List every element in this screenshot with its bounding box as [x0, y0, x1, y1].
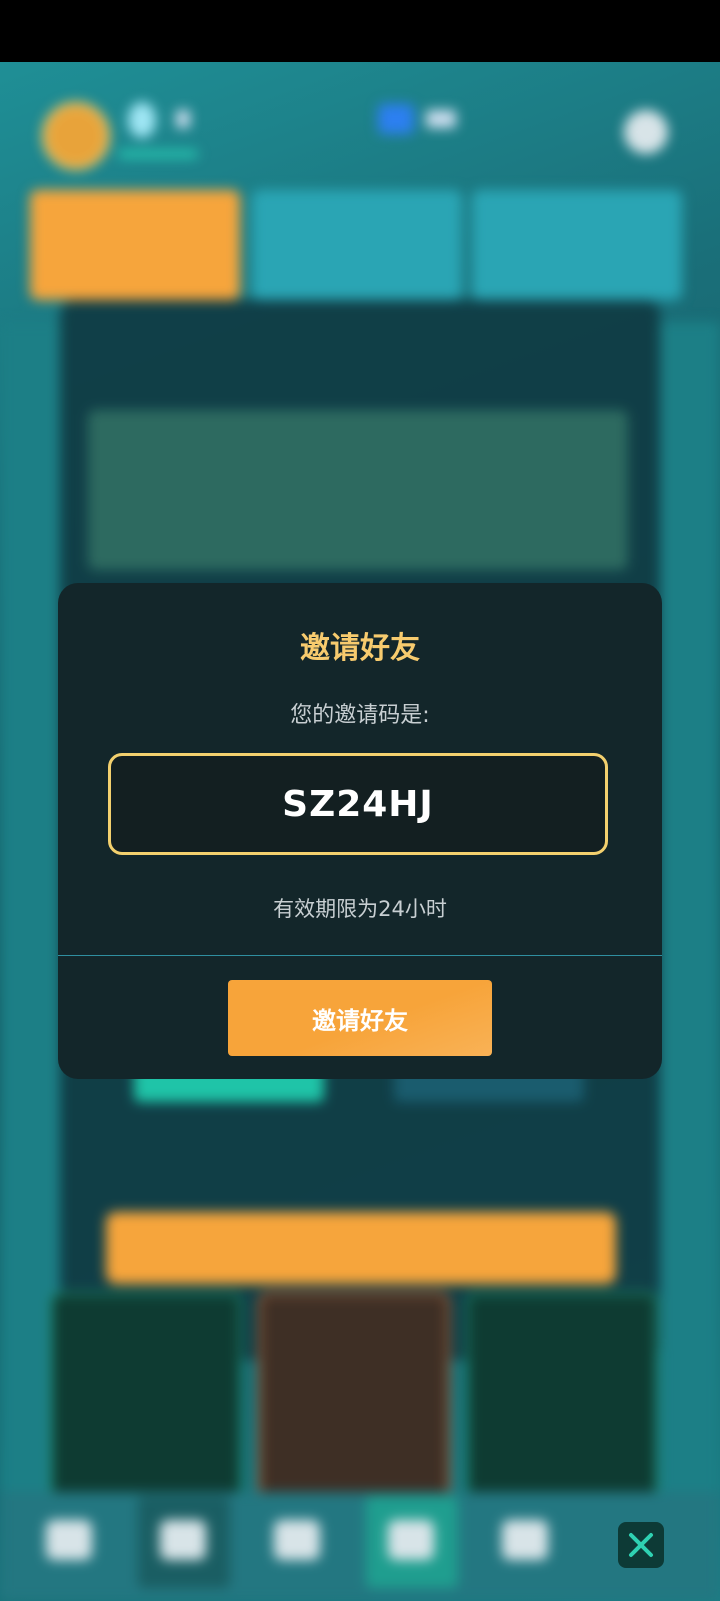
nav-icon: [160, 1520, 206, 1560]
invite-dialog: 邀请好友 您的邀请码是: SZ24HJ 有效期限为24小时 邀请好友: [58, 583, 662, 1079]
feature-card: [30, 190, 240, 300]
nav-icon: [46, 1520, 92, 1560]
gem-icon: [378, 104, 414, 134]
invite-code-box: SZ24HJ: [108, 753, 608, 855]
nav-icon: [274, 1520, 320, 1560]
water-drop-icon: [128, 102, 156, 138]
progress-bar: [118, 150, 198, 158]
feature-card: [472, 190, 682, 300]
invite-code: SZ24HJ: [282, 783, 434, 825]
expiry-text: 有效期限为24小时: [273, 897, 447, 921]
underlying-button: [106, 1212, 616, 1284]
divider: [58, 955, 662, 956]
counter-placeholder: [426, 110, 456, 128]
status-bar: [0, 0, 720, 62]
invite-friend-button[interactable]: 邀请好友: [228, 980, 492, 1056]
underlying-text-block: [88, 410, 628, 570]
nav-icon: [388, 1520, 434, 1560]
invite-code-label: 您的邀请码是:: [290, 703, 430, 728]
close-button[interactable]: [618, 1522, 664, 1568]
coin-icon: [42, 102, 110, 170]
nav-icon: [502, 1520, 548, 1560]
bottom-nav: [0, 1492, 720, 1601]
close-icon: [629, 1533, 653, 1557]
gear-icon: [624, 110, 668, 154]
counter-placeholder: [176, 110, 190, 128]
feature-card: [252, 190, 462, 300]
dialog-title: 邀请好友: [300, 631, 420, 666]
